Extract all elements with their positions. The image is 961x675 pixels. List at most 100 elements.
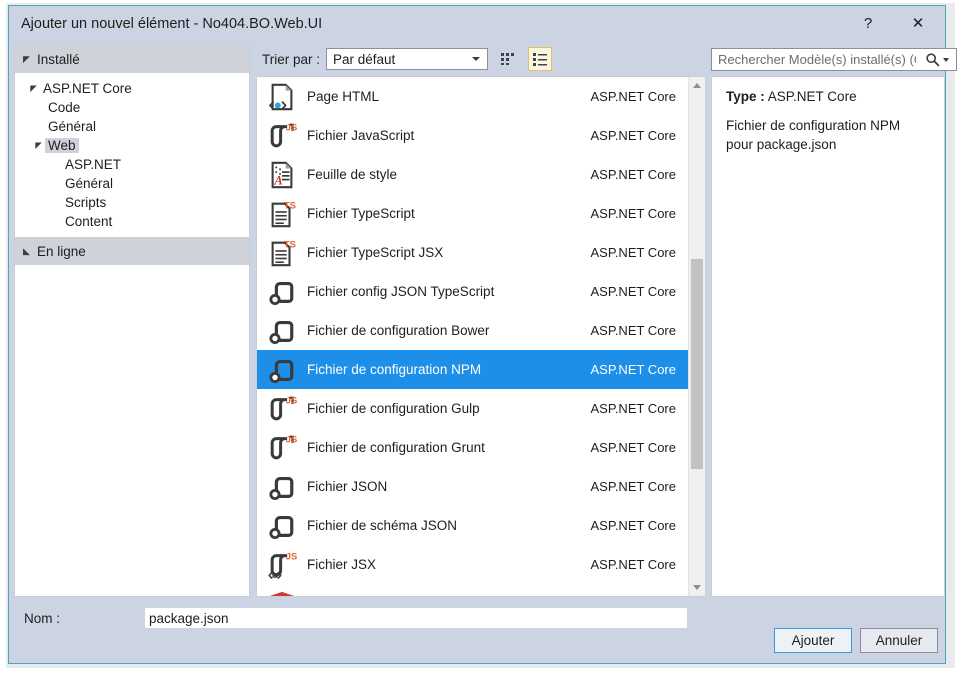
template-origin: ASP.NET Core [590,206,676,221]
tree-item-content[interactable]: Content [15,212,249,231]
chevron-down-icon: ◤ [35,140,42,150]
typescript-file-icon: TS [265,199,299,229]
close-button[interactable]: ✕ [897,6,939,41]
tree-item-label: Général [48,119,97,134]
search-input[interactable] [712,51,918,68]
file-name-row: Nom : [9,606,945,630]
template-list-item[interactable]: Page HTML ASP.NET Core [257,77,688,116]
tree-item-label: Content [65,214,113,229]
help-button[interactable]: ? [847,6,889,41]
template-list-item[interactable]: Fichier de configuration NPM ASP.NET Core [257,350,688,389]
grid-view-icon [501,53,515,65]
js-file-icon: JS [265,121,299,151]
grid-view-button[interactable] [496,47,520,71]
template-list-item[interactable]: A Feuille de style ASP.NET Core [257,155,688,194]
chevron-down-icon [472,57,481,61]
list-view-button[interactable] [528,47,553,71]
template-list-item[interactable]: Fichier config JSON TypeScript ASP.NET Co… [257,272,688,311]
tree-item-aspnet-core[interactable]: ◤ ASP.NET Core [15,79,249,98]
svg-text:TS: TS [284,200,296,210]
tree-item-aspnet[interactable]: ASP.NET [15,155,249,174]
template-list-item[interactable]: TS Fichier TypeScript JSX ASP.NET Core [257,233,688,272]
template-details-panel: Type : ASP.NET Core Fichier de configura… [711,76,945,597]
template-name: Fichier JavaScript [307,128,415,143]
js-file-icon: JS [265,433,299,463]
template-name: Fichier de schéma JSON [307,518,458,533]
tree-item-web[interactable]: ◤ Web [15,136,249,155]
html-page-icon [265,82,299,112]
jsx-file-icon: JS [265,550,299,580]
template-description: Fichier de configuration NPM pour packag… [726,118,901,152]
tree-item-label: Général [65,176,114,191]
search-icon [926,53,940,67]
template-list-item[interactable]: TS Fichier TypeScript ASP.NET Core [257,194,688,233]
template-name: Page HTML [307,89,380,104]
file-name-label: Nom : [24,610,61,626]
template-name: Feuille de style [307,167,398,182]
stylesheet-icon: A [265,160,299,190]
template-list-panel: Trier par : Par défaut Page HTML ASP.NET… [256,42,706,600]
tree-item-label: Web [45,138,79,153]
search-templates-box[interactable] [711,48,957,71]
svg-text:JS: JS [286,122,297,132]
template-list[interactable]: Page HTML ASP.NET Core JS Fichier JavaScr… [256,76,706,597]
template-origin: ASP.NET Core [590,440,676,455]
close-icon: ✕ [911,15,925,32]
dialog-title: Ajouter un nouvel élément - No404.BO.Web… [21,16,323,32]
file-name-input[interactable] [145,608,687,628]
template-origin: ASP.NET Core [590,245,676,260]
tree-item-scripts[interactable]: Scripts [15,193,249,212]
json-file-icon [265,316,299,346]
template-name: Fichier JSX [307,557,377,572]
template-origin: ASP.NET C [609,596,676,597]
template-origin: ASP.NET Core [590,518,676,533]
template-origin: ASP.NET Core [590,167,676,182]
tree-group-online[interactable]: ◣ En ligne [15,237,249,265]
tree-item-code[interactable]: Code [15,98,249,117]
template-name: Fichier de configuration Grunt [307,440,485,455]
js-file-icon: JS [265,394,299,424]
template-name: Fichier de configuration Bower [307,323,490,338]
cancel-button[interactable]: Annuler [860,628,938,653]
scroll-down-arrow-icon[interactable] [689,579,705,596]
template-list-item[interactable]: JS Fichier de configuration Grunt ASP.NET… [257,428,688,467]
template-list-item[interactable]: Fichier de schéma JSON ASP.NET Core [257,506,688,545]
tree-item-general-web[interactable]: Général [15,174,249,193]
template-list-item[interactable]: Fichier de configuration Bower ASP.NET Co… [257,311,688,350]
tree-item-label: ASP.NET [65,157,122,172]
tree-item-general[interactable]: Général [15,117,249,136]
scroll-up-arrow-icon[interactable] [689,77,705,94]
chevron-down-icon [943,57,949,62]
svg-text:TS: TS [284,239,296,249]
template-list-item[interactable]: Contrôleur AngularASP.NET C [257,584,688,597]
tree-item-label: ASP.NET Core [43,81,132,96]
list-toolbar: Trier par : Par défaut [256,42,706,76]
template-list-item[interactable]: Fichier JSON ASP.NET Core [257,467,688,506]
template-origin: ASP.NET Core [590,362,676,377]
template-origin: ASP.NET Core [590,401,676,416]
template-name: Fichier JSON [307,479,388,494]
template-name: Fichier de configuration Gulp [307,401,480,416]
chevron-down-icon: ◤ [30,83,37,93]
dialog-titlebar: Ajouter un nouvel élément - No404.BO.Web… [9,6,945,42]
template-origin: ASP.NET Core [590,557,676,572]
tree-group-installed[interactable]: ◤ Installé [15,45,249,73]
dialog-footer: Nom : Ajouter Annuler [9,600,945,663]
json-file-icon [265,472,299,502]
search-icon-group[interactable] [918,52,956,67]
template-origin: ASP.NET Core [590,284,676,299]
add-button[interactable]: Ajouter [774,628,852,653]
template-name: Fichier TypeScript [307,206,415,221]
template-list-scrollbar[interactable] [688,77,705,596]
add-new-item-dialog: Ajouter un nouvel élément - No404.BO.Web… [8,5,957,664]
template-type-value: ASP.NET Core [767,89,857,104]
template-name: Fichier TypeScript JSX [307,245,444,260]
scrollbar-thumb[interactable] [691,259,703,469]
template-list-item[interactable]: JS Fichier de configuration Gulp ASP.NET … [257,389,688,428]
template-list-item[interactable]: JS Fichier JSX ASP.NET Core [257,545,688,584]
json-file-icon [265,277,299,307]
template-type-key: Type : [726,89,765,104]
template-list-item[interactable]: JS Fichier JavaScript ASP.NET Core [257,116,688,155]
tree-group-online-label: En ligne [37,243,86,259]
sort-by-dropdown[interactable]: Par défaut [326,48,489,70]
